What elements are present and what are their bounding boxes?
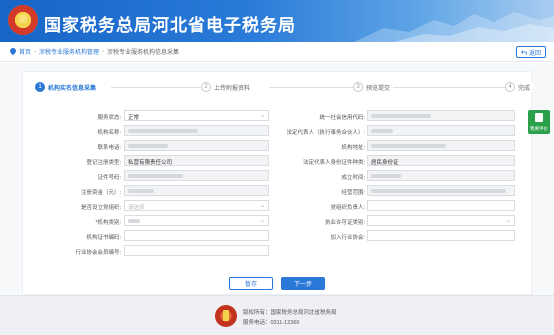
step-label: 预览提交 (366, 85, 391, 92)
form-row: 服务状态: 正常 ⌄ 统一社会信用代码: (23, 110, 533, 122)
cert-no-label: 证件号码: (97, 175, 121, 181)
step-label: 完成 (518, 85, 531, 92)
capital-field[interactable] (124, 185, 269, 196)
org-category-select[interactable]: ⌄ (124, 215, 269, 226)
license-type-label: 执业许可证类别: (324, 220, 365, 226)
step-3: 3 预览提交 (353, 82, 394, 92)
cert-no-field[interactable] (124, 170, 269, 181)
party-leader-label: 党组织负责人: (330, 205, 365, 211)
site-footer: 版权所有：国家税务总局河北省税务局 服务电话：0311-12366 (0, 295, 554, 335)
rate-us-label: 我要评价 (530, 126, 548, 131)
biz-scope-field[interactable] (367, 185, 515, 196)
rate-us-widget[interactable]: 我要评价 (528, 110, 550, 134)
org-name-label: 机构名称: (97, 130, 121, 136)
assoc-member-no-input[interactable] (124, 245, 269, 256)
site-header: 国家税务总局河北省电子税务局 (0, 0, 554, 42)
service-status-label: 服务状态: (97, 115, 121, 121)
step-label: 上传附报资料 (214, 85, 251, 92)
breadcrumb-separator: - (102, 48, 105, 55)
assoc-member-no-label: 行业协会会员编号: (75, 250, 121, 256)
step-number: 1 (35, 82, 45, 92)
back-arrow-icon (520, 49, 527, 55)
tax-emblem-icon (8, 5, 38, 35)
footer-phone: 服务电话：0311-12366 (243, 320, 300, 326)
legal-rep-label: 法定代表人（执行事务合伙人）: (286, 130, 365, 136)
step-label: 机构实名信息采集 (48, 85, 97, 92)
legal-rep-field[interactable] (367, 125, 515, 136)
credit-code-field[interactable] (367, 110, 515, 121)
form-row: *机构类别: ⌄ 执业许可证类别: ⌄ (23, 215, 533, 227)
org-name-field[interactable] (124, 125, 269, 136)
form-row: 登记注册类型: 私营有限责任公司 法定代表人身份证件种类: 居民身份证 (23, 155, 533, 167)
biz-scope-label: 经营范围: (341, 190, 365, 196)
step-2: 2 上传附报资料 (201, 82, 254, 92)
breadcrumb: 首页 - 涉税专业服务机构管理 - 涉税专业服务机构信息采集 (10, 47, 180, 57)
breadcrumb-current: 涉税专业服务机构信息采集 (107, 50, 180, 56)
address-field[interactable] (367, 140, 515, 151)
step-number: 3 (353, 82, 363, 92)
progress-steps: 1 机构实名信息采集 2 上传附报资料 3 预览提交 4 完成 (31, 82, 534, 96)
breadcrumb-level1[interactable]: 涉税专业服务机构管理 (39, 47, 99, 56)
has-party-select[interactable]: 请选择 ⌄ (124, 200, 269, 211)
reg-type-label: 登记注册类型: (86, 160, 121, 166)
step-4: 4 完成 (505, 82, 534, 92)
join-assoc-input[interactable] (367, 230, 515, 241)
phone-field[interactable] (124, 140, 269, 151)
chevron-down-icon: ⌄ (505, 218, 511, 224)
party-leader-input[interactable] (367, 200, 515, 211)
credit-code-label: 统一社会信用代码: (319, 115, 365, 121)
step-1: 1 机构实名信息采集 (35, 82, 100, 92)
org-category-label: *机构类别: (95, 220, 121, 226)
service-status-value: 正常 (128, 115, 140, 121)
id-type-field[interactable]: 居民身份证 (367, 155, 515, 166)
capital-label: 注册资金（元）: (80, 190, 121, 196)
org-cert-no-input[interactable] (124, 230, 269, 241)
location-pin-icon (10, 48, 16, 55)
form-row: 注册资金（元）: 经营范围: (23, 185, 533, 197)
step-number: 2 (201, 82, 211, 92)
form-row: 机构证书编码: 加入行业协会: (23, 230, 533, 242)
has-party-label: 是否设立党组织: (80, 205, 121, 211)
join-assoc-label: 加入行业协会: (330, 235, 365, 241)
save-draft-button[interactable]: 暂存 (229, 277, 273, 290)
license-type-select[interactable]: ⌄ (367, 215, 515, 226)
step-connector (111, 87, 201, 88)
great-wall-banner (354, 12, 554, 42)
site-title: 国家税务总局河北省电子税务局 (44, 16, 296, 35)
breadcrumb-separator: - (34, 48, 37, 55)
form-row: 证件号码: 成立时间: (23, 170, 533, 182)
breadcrumb-bar: 首页 - 涉税专业服务机构管理 - 涉税专业服务机构信息采集 返回 (0, 42, 554, 62)
main-area: 1 机构实名信息采集 2 上传附报资料 3 预览提交 4 完成 服务状态: 正常 (0, 63, 554, 295)
form-row: 行业协会会员编号: (23, 245, 533, 257)
chevron-down-icon: ⌄ (259, 218, 265, 224)
service-status-select[interactable]: 正常 ⌄ (124, 110, 269, 121)
form-card: 1 机构实名信息采集 2 上传附报资料 3 预览提交 4 完成 服务状态: 正常 (22, 71, 534, 295)
est-date-label: 成立时间: (341, 175, 365, 181)
back-button-label: 返回 (528, 50, 541, 57)
step-number: 4 (505, 82, 515, 92)
breadcrumb-home[interactable]: 首页 (19, 47, 31, 56)
step-connector (391, 87, 509, 88)
document-icon (535, 113, 543, 122)
address-label: 机构地址: (341, 145, 365, 151)
form-row: 是否设立党组织: 请选择 ⌄ 党组织负责人: (23, 200, 533, 212)
back-button[interactable]: 返回 (516, 46, 546, 58)
footer-copyright: 版权所有：国家税务总局河北省税务局 (243, 310, 337, 316)
phone-label: 联系电话: (97, 145, 121, 151)
chevron-down-icon: ⌄ (259, 113, 265, 119)
form-row: 机构名称: 法定代表人（执行事务合伙人）: (23, 125, 533, 137)
next-step-button[interactable]: 下一步 (281, 277, 325, 290)
est-date-field[interactable] (367, 170, 515, 181)
id-type-label: 法定代表人身份证件种类: (302, 160, 365, 166)
step-connector (269, 87, 353, 88)
reg-type-field[interactable]: 私营有限责任公司 (124, 155, 269, 166)
org-cert-no-label: 机构证书编码: (86, 235, 121, 241)
has-party-placeholder: 请选择 (128, 205, 145, 211)
form-row: 联系电话: 机构地址: (23, 140, 533, 152)
chevron-down-icon: ⌄ (259, 203, 265, 209)
tax-logo-icon (215, 305, 237, 327)
